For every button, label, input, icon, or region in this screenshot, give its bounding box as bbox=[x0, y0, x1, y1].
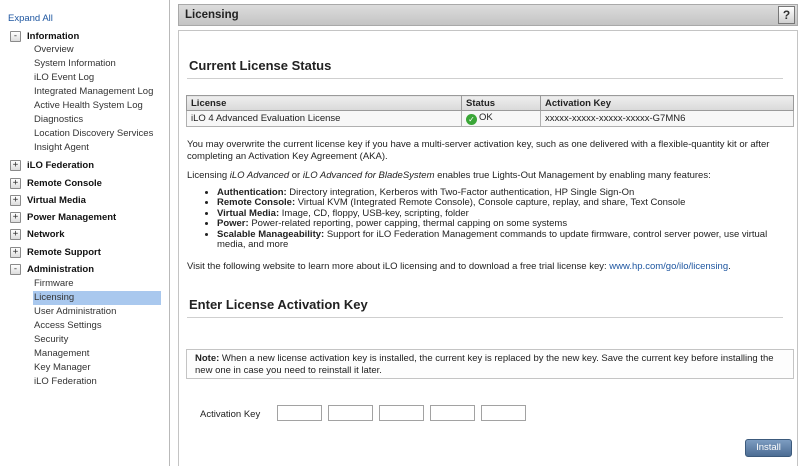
feature-list: Authentication: Directory integration, K… bbox=[205, 187, 795, 251]
ok-status-icon: ✓ bbox=[466, 114, 477, 125]
sidebar-item-security[interactable]: Security bbox=[34, 333, 68, 347]
page-title: Licensing bbox=[185, 9, 239, 21]
feature-title: Virtual Media: bbox=[217, 207, 280, 219]
nav-section-network[interactable]: + Network bbox=[10, 227, 64, 241]
section-title: Current License Status bbox=[189, 58, 332, 73]
main-content: Current License Status License Status Ac… bbox=[178, 30, 798, 466]
sidebar-item-access-settings[interactable]: Access Settings bbox=[34, 319, 102, 333]
sidebar-item-insight-agent[interactable]: Insight Agent bbox=[34, 141, 89, 155]
collapse-icon[interactable]: - bbox=[10, 30, 21, 42]
expand-icon[interactable]: + bbox=[10, 211, 21, 223]
section-label: Remote Support bbox=[27, 246, 101, 258]
licensing-website-link[interactable]: www.hp.com/go/ilo/licensing bbox=[609, 261, 728, 272]
nav-section-remote-console[interactable]: + Remote Console bbox=[10, 176, 102, 190]
nav-section-power-management[interactable]: + Power Management bbox=[10, 210, 116, 224]
activation-key-label: Activation Key bbox=[200, 409, 261, 420]
sidebar-item-management[interactable]: Management bbox=[34, 347, 89, 361]
visit-text: Visit the following website to learn mor… bbox=[187, 261, 610, 272]
collapse-icon[interactable]: - bbox=[10, 263, 21, 275]
feature-title: Remote Console: bbox=[217, 197, 296, 209]
nav-section-ilo-federation[interactable]: + iLO Federation bbox=[10, 158, 94, 172]
section-label: Power Management bbox=[27, 211, 117, 223]
sidebar-nav: Expand All - Information Overview System… bbox=[0, 0, 170, 466]
sidebar-item-integrated-management-log[interactable]: Integrated Management Log bbox=[34, 85, 153, 99]
visit-website-text: Visit the following website to learn mor… bbox=[187, 261, 793, 273]
sidebar-item-ilo-federation[interactable]: iLO Federation bbox=[34, 375, 97, 389]
section-label: Virtual Media bbox=[27, 194, 86, 206]
activation-key-segment-1[interactable] bbox=[277, 405, 322, 421]
nav-section-administration[interactable]: - Administration bbox=[10, 262, 94, 276]
feature-text: Power-related reporting, power capping, … bbox=[248, 218, 568, 230]
enter-license-key-heading: Enter License Activation Key bbox=[187, 296, 783, 318]
note-label: Note: bbox=[195, 353, 220, 364]
sidebar-item-diagnostics[interactable]: Diagnostics bbox=[34, 113, 83, 127]
activation-key-segment-2[interactable] bbox=[328, 405, 373, 421]
overwrite-info-text: You may overwrite the current license ke… bbox=[187, 139, 770, 162]
feature-text: Virtual KVM (Integrated Remote Console),… bbox=[295, 197, 686, 209]
feature-title: Power: bbox=[217, 218, 249, 230]
section-label: Information bbox=[27, 30, 80, 42]
section-label: Remote Console bbox=[27, 177, 102, 189]
sidebar-item-overview[interactable]: Overview bbox=[34, 43, 74, 57]
section-label: iLO Federation bbox=[27, 159, 95, 171]
intro-prefix: Licensing bbox=[187, 170, 230, 181]
app-root: Expand All - Information Overview System… bbox=[0, 0, 800, 466]
page-header: Licensing ? bbox=[178, 4, 798, 26]
activation-key-segment-5[interactable] bbox=[481, 405, 526, 421]
status-text: OK bbox=[479, 112, 493, 123]
sidebar-item-user-administration[interactable]: User Administration bbox=[34, 305, 116, 319]
help-button[interactable]: ? bbox=[778, 6, 795, 24]
sidebar-item-active-health-system-log[interactable]: Active Health System Log bbox=[34, 99, 143, 113]
expand-icon[interactable]: + bbox=[10, 246, 21, 258]
feature-text: Image, CD, floppy, USB-key, scripting, f… bbox=[279, 207, 469, 219]
column-header-activation-key: Activation Key bbox=[540, 95, 794, 111]
install-button[interactable]: Install bbox=[745, 439, 792, 457]
table-header-row: License Status Activation Key bbox=[186, 95, 794, 111]
sidebar-item-system-information[interactable]: System Information bbox=[34, 57, 116, 71]
intro-product-advanced: iLO Advanced bbox=[229, 170, 290, 181]
column-header-status: Status bbox=[461, 95, 541, 111]
expand-icon[interactable]: + bbox=[10, 177, 21, 189]
activation-key-cell: xxxxx-xxxxx-xxxxx-xxxxx-G7MN6 bbox=[540, 110, 794, 127]
sidebar-item-licensing[interactable]: Licensing bbox=[33, 291, 161, 305]
visit-end: . bbox=[728, 261, 731, 272]
expand-icon[interactable]: + bbox=[10, 228, 21, 240]
feature-title: Authentication: bbox=[217, 187, 287, 198]
current-license-status-heading: Current License Status bbox=[187, 57, 783, 79]
nav-section-remote-support[interactable]: + Remote Support bbox=[10, 245, 101, 259]
expand-icon[interactable]: + bbox=[10, 194, 21, 206]
section-title: Enter License Activation Key bbox=[189, 297, 368, 312]
nav-section-virtual-media[interactable]: + Virtual Media bbox=[10, 193, 86, 207]
note-text: When a new license activation key is ins… bbox=[195, 353, 774, 376]
sidebar-item-key-manager[interactable]: Key Manager bbox=[34, 361, 91, 375]
sidebar-item-location-discovery-services[interactable]: Location Discovery Services bbox=[34, 127, 153, 141]
expand-all-link[interactable]: Expand All bbox=[8, 13, 53, 24]
intro-suffix: enables true Lights-Out Management by en… bbox=[434, 170, 711, 181]
sidebar-item-firmware[interactable]: Firmware bbox=[34, 277, 74, 291]
note-box: Note: When a new license activation key … bbox=[186, 349, 794, 379]
licensing-intro-text: Licensing iLO Advanced or iLO Advanced f… bbox=[187, 170, 793, 182]
feature-text: Directory integration, Kerberos with Two… bbox=[286, 187, 635, 198]
license-status-cell: ✓ OK bbox=[461, 110, 541, 127]
section-label: Network bbox=[27, 228, 65, 240]
list-item: Scalable Manageability: Support for iLO … bbox=[217, 228, 795, 251]
column-header-license: License bbox=[186, 95, 462, 111]
license-table: License Status Activation Key iLO 4 Adva… bbox=[186, 95, 794, 127]
intro-product-bladesystem: iLO Advanced for BladeSystem bbox=[302, 170, 435, 181]
sidebar-item-ilo-event-log[interactable]: iLO Event Log bbox=[34, 71, 94, 85]
section-label: Administration bbox=[27, 263, 95, 275]
activation-key-segment-4[interactable] bbox=[430, 405, 475, 421]
license-name-cell: iLO 4 Advanced Evaluation License bbox=[186, 110, 462, 127]
feature-title: Scalable Manageability: bbox=[217, 228, 325, 240]
table-row: iLO 4 Advanced Evaluation License ✓ OK xx… bbox=[186, 110, 794, 127]
nav-section-information[interactable]: - Information bbox=[10, 29, 79, 43]
intro-or: or bbox=[289, 170, 303, 181]
expand-icon[interactable]: + bbox=[10, 159, 21, 171]
activation-key-segment-3[interactable] bbox=[379, 405, 424, 421]
